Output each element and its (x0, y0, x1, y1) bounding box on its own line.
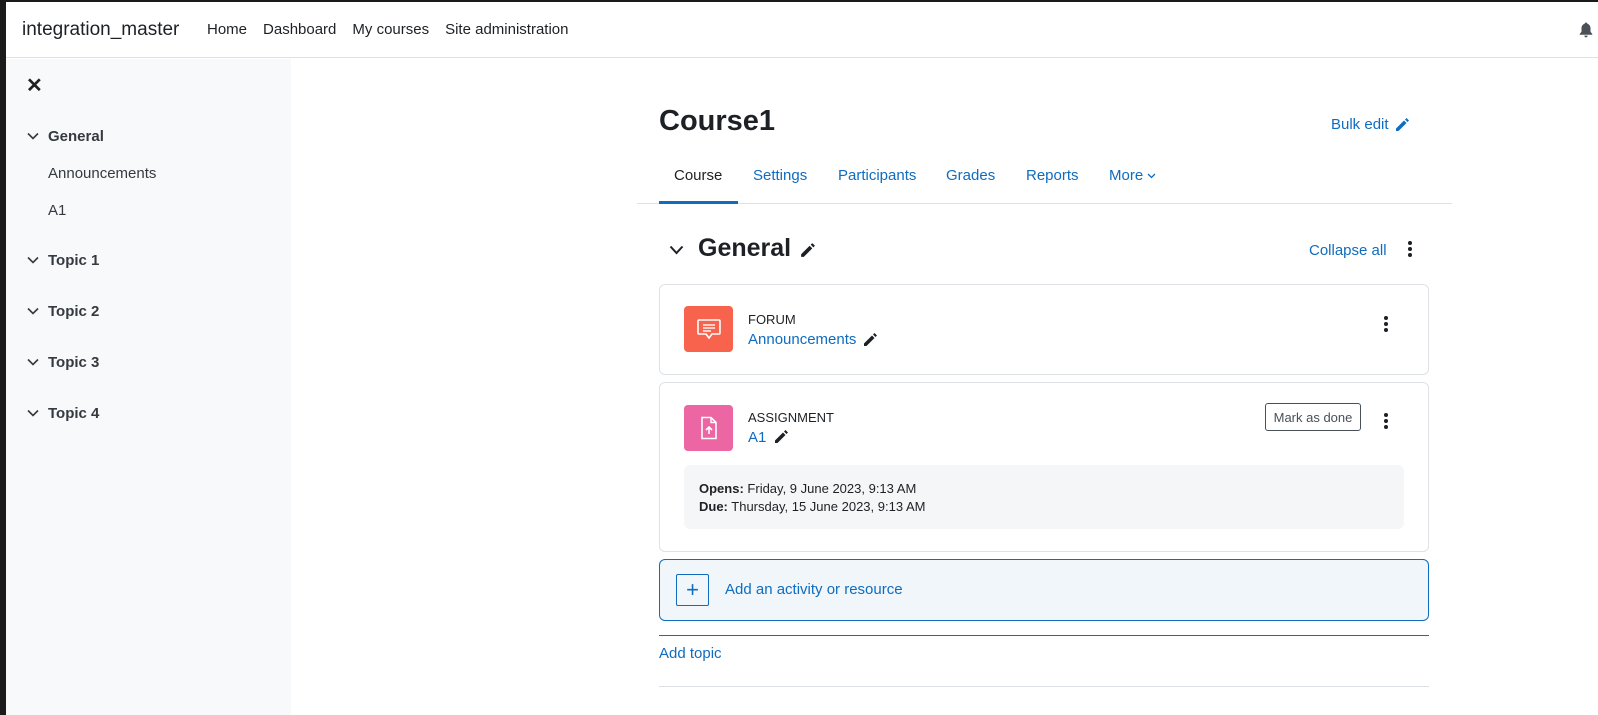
chevron-down-icon (1147, 173, 1156, 178)
activity-card-forum: FORUM Announcements (659, 284, 1429, 375)
tab-course[interactable]: Course (674, 167, 722, 184)
tab-more[interactable]: More (1109, 167, 1156, 184)
course-index-section-topic-2[interactable]: Topic 2 (48, 303, 99, 320)
nav-home-link[interactable]: Home (207, 21, 247, 38)
plus-icon: + (676, 574, 709, 606)
primary-navigation: Home Dashboard My courses Site administr… (207, 21, 585, 38)
section-title: General (698, 234, 792, 262)
pencil-icon (1395, 117, 1409, 131)
activity-link-announcements[interactable]: Announcements (748, 331, 856, 348)
course-index-drawer: ✕ General Announcements A1 Topic 1 Topic… (6, 59, 291, 715)
close-drawer-icon[interactable]: ✕ (26, 76, 43, 96)
browser-viewport: integration_master Home Dashboard My cou… (6, 2, 1598, 715)
add-activity-label: Add an activity or resource (725, 581, 903, 598)
secondary-navigation-tabs: Course Settings Participants Grades Repo… (637, 153, 1452, 204)
activity-link-a1[interactable]: A1 (748, 429, 766, 446)
add-topic-link[interactable]: Add topic (659, 645, 722, 662)
activity-actions-kebab-icon[interactable] (1383, 316, 1389, 332)
opens-label: Opens: (699, 481, 744, 496)
activity-card-assignment: ASSIGNMENT A1 Mark as done Opens: Friday… (659, 382, 1429, 552)
nav-site-administration-link[interactable]: Site administration (445, 21, 568, 38)
due-date-row: Due: Thursday, 15 June 2023, 9:13 AM (699, 498, 1389, 516)
chevron-down-icon[interactable] (27, 307, 39, 315)
section-divider (659, 635, 1429, 636)
assignment-icon (684, 405, 733, 451)
course-index-section-topic-1[interactable]: Topic 1 (48, 252, 99, 269)
forum-icon (684, 306, 733, 352)
due-label: Due: (699, 499, 728, 514)
nav-my-courses-link[interactable]: My courses (352, 21, 429, 38)
activity-type-label: FORUM (748, 312, 796, 327)
tab-more-label: More (1109, 167, 1144, 184)
bulk-edit-label: Bulk edit (1331, 116, 1389, 133)
tab-grades[interactable]: Grades (946, 167, 995, 184)
due-value: Thursday, 15 June 2023, 9:13 AM (731, 499, 926, 514)
course-index-section-topic-4[interactable]: Topic 4 (48, 405, 99, 422)
main-content: Course1 Bulk edit Course Settings Partic… (291, 59, 1598, 715)
page-title: Course1 (659, 105, 776, 137)
course-index-item-a1[interactable]: A1 (48, 202, 66, 219)
tab-settings[interactable]: Settings (753, 167, 807, 184)
chevron-down-icon[interactable] (27, 132, 39, 140)
edit-section-pencil-icon[interactable] (799, 242, 816, 259)
edit-title-pencil-icon[interactable] (773, 429, 789, 445)
notification-bell-icon[interactable] (1579, 22, 1593, 38)
course-index-section-general[interactable]: General (48, 128, 104, 145)
section-collapse-chevron-icon[interactable] (669, 245, 684, 255)
opens-value: Friday, 9 June 2023, 9:13 AM (747, 481, 917, 496)
top-navbar: integration_master Home Dashboard My cou… (6, 2, 1598, 58)
activity-type-label: ASSIGNMENT (748, 410, 834, 425)
course-index-item-announcements[interactable]: Announcements (48, 165, 156, 182)
chevron-down-icon[interactable] (27, 409, 39, 417)
activity-actions-kebab-icon[interactable] (1383, 413, 1389, 429)
edit-title-pencil-icon[interactable] (862, 332, 878, 348)
bottom-divider (659, 686, 1429, 687)
active-tab-indicator (659, 201, 738, 204)
opens-date-row: Opens: Friday, 9 June 2023, 9:13 AM (699, 480, 1389, 498)
chevron-down-icon[interactable] (27, 358, 39, 366)
collapse-all-link[interactable]: Collapse all (1309, 242, 1387, 259)
activity-dates: Opens: Friday, 9 June 2023, 9:13 AM Due:… (684, 465, 1404, 529)
nav-dashboard-link[interactable]: Dashboard (263, 21, 336, 38)
tab-reports[interactable]: Reports (1026, 167, 1079, 184)
site-brand[interactable]: integration_master (22, 19, 179, 41)
tab-participants[interactable]: Participants (838, 167, 916, 184)
mark-as-done-button[interactable]: Mark as done (1265, 403, 1361, 431)
section-actions-kebab-icon[interactable] (1407, 241, 1413, 257)
add-activity-button[interactable]: + Add an activity or resource (659, 559, 1429, 621)
bulk-edit-button[interactable]: Bulk edit (1331, 116, 1410, 133)
course-index-section-topic-3[interactable]: Topic 3 (48, 354, 99, 371)
chevron-down-icon[interactable] (27, 256, 39, 264)
